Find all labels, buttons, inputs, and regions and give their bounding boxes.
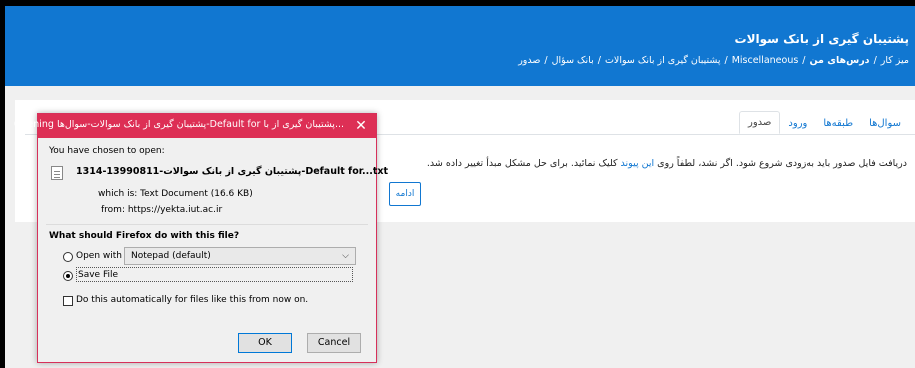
tab-bar: سوال‌ها طبقه‌ها ورود صدور bbox=[733, 110, 909, 134]
download-message: دریافت فایل صدور باید به‌زودی شروع شود. … bbox=[427, 158, 907, 169]
breadcrumb-export[interactable]: صدور bbox=[518, 55, 540, 66]
download-dialog: Opening پشتیبان گیری از بانک سوالات-سوال… bbox=[14, 113, 388, 363]
tab-categories[interactable]: طبقه‌ها bbox=[815, 113, 861, 134]
dialog-divider bbox=[46, 224, 368, 225]
cancel-button[interactable]: Cancel bbox=[307, 333, 361, 353]
save-file-radio[interactable] bbox=[63, 271, 73, 281]
chosen-label: You have chosen to open: bbox=[49, 146, 165, 156]
breadcrumb-dashboard[interactable]: میز کار bbox=[881, 55, 909, 66]
continue-button[interactable]: ادامه bbox=[389, 182, 421, 206]
page-header: پشتیبان گیری از بانک سوالات میز کار/درس‌… bbox=[5, 6, 915, 86]
message-text-before: دریافت فایل صدور باید به‌زودی شروع شود. … bbox=[657, 158, 907, 169]
text-file-icon bbox=[51, 166, 63, 180]
tab-questions[interactable]: سوال‌ها bbox=[861, 113, 909, 134]
ok-button[interactable]: OK bbox=[238, 333, 292, 353]
question-label: What should Firefox do with this file? bbox=[49, 231, 240, 241]
breadcrumb: میز کار/درس‌های من/Miscellaneous/پشتیبان… bbox=[518, 55, 909, 66]
page-title: پشتیبان گیری از بانک سوالات bbox=[734, 32, 909, 46]
open-with-radio[interactable] bbox=[63, 252, 73, 262]
close-icon[interactable]: ✕ bbox=[352, 117, 370, 135]
download-link[interactable]: این پیوند bbox=[621, 158, 655, 169]
auto-checkbox[interactable] bbox=[63, 296, 73, 306]
breadcrumb-question-bank[interactable]: بانک سؤال bbox=[552, 55, 594, 66]
open-with-label[interactable]: Open with bbox=[76, 251, 122, 261]
file-source: from: https://yekta.iut.ac.ir bbox=[101, 205, 223, 215]
save-file-label[interactable]: Save File bbox=[76, 267, 353, 282]
browser-viewport: پشتیبان گیری از بانک سوالات میز کار/درس‌… bbox=[5, 6, 915, 368]
breadcrumb-my-courses[interactable]: درس‌های من bbox=[810, 55, 870, 66]
file-name: پشتیبان گیری از بانک سوالات-13990811-131… bbox=[76, 166, 389, 177]
file-type: which is: Text Document (16.6 KB) bbox=[98, 189, 253, 199]
auto-label[interactable]: Do this automatically for files like thi… bbox=[76, 295, 308, 305]
dialog-titlebar[interactable]: Opening پشتیبان گیری از بانک سوالات-سوال… bbox=[14, 114, 376, 138]
application-select[interactable]: Notepad (default) ⌵ bbox=[124, 247, 356, 265]
dialog-title: Opening پشتیبان گیری از بانک سوالات-سوال… bbox=[13, 119, 344, 130]
message-text-after: کلیک نمائید. برای حل مشکل مبدأ تغییر داد… bbox=[426, 158, 618, 169]
tab-import[interactable]: ورود bbox=[780, 113, 815, 134]
tab-export[interactable]: صدور bbox=[739, 111, 781, 134]
breadcrumb-miscellaneous[interactable]: Miscellaneous bbox=[732, 55, 799, 66]
breadcrumb-course[interactable]: پشتیبان گیری از بانک سوالات bbox=[605, 55, 721, 66]
application-select-value: Notepad (default) bbox=[131, 251, 211, 261]
chevron-down-icon: ⌵ bbox=[342, 251, 349, 261]
